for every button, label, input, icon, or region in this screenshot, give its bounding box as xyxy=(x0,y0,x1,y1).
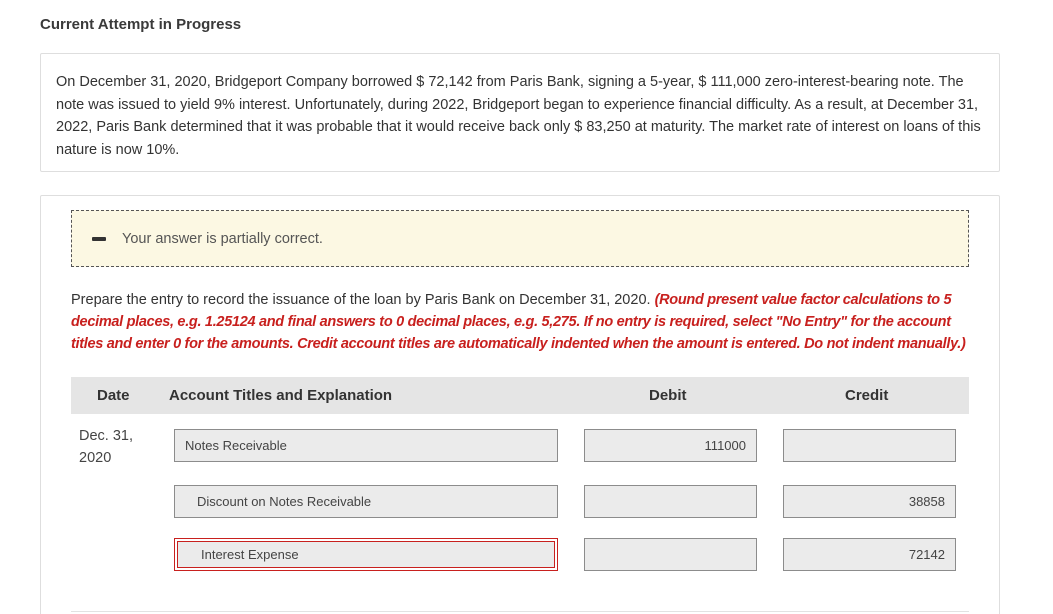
entry-date-line2: 2020 xyxy=(79,450,112,466)
credit-field-row-3[interactable]: 72142 xyxy=(783,538,956,571)
credit-field-row-2[interactable]: 38858 xyxy=(783,485,956,518)
question-panel: On December 31, 2020, Bridgeport Company… xyxy=(40,53,1000,172)
table-divider xyxy=(71,611,969,612)
journal-table-header: Date Account Titles and Explanation Debi… xyxy=(71,377,969,414)
feedback-banner: Your answer is partially correct. xyxy=(71,210,969,267)
debit-field-row-2[interactable] xyxy=(584,485,757,518)
header-debit: Debit xyxy=(649,387,687,404)
account-field-row-3[interactable]: Interest Expense xyxy=(174,538,558,571)
instructions-prompt: Prepare the entry to record the issuance… xyxy=(71,292,651,308)
debit-field-row-1[interactable]: 111000 xyxy=(584,429,757,462)
account-field-row-1[interactable]: Notes Receivable xyxy=(174,429,558,462)
entry-date: Dec. 31, 2020 xyxy=(79,425,133,469)
account-field-row-2[interactable]: Discount on Notes Receivable xyxy=(174,485,558,518)
section-title: Current Attempt in Progress xyxy=(40,16,242,33)
header-credit: Credit xyxy=(845,387,889,404)
header-account: Account Titles and Explanation xyxy=(169,387,393,404)
instructions: Prepare the entry to record the issuance… xyxy=(71,289,971,355)
entry-date-line1: Dec. 31, xyxy=(79,428,133,444)
question-text: On December 31, 2020, Bridgeport Company… xyxy=(56,74,981,158)
partial-correct-icon xyxy=(92,236,106,241)
feedback-text: Your answer is partially correct. xyxy=(122,230,323,247)
debit-field-row-3[interactable] xyxy=(584,538,757,571)
credit-field-row-1[interactable] xyxy=(783,429,956,462)
header-date: Date xyxy=(97,387,130,404)
